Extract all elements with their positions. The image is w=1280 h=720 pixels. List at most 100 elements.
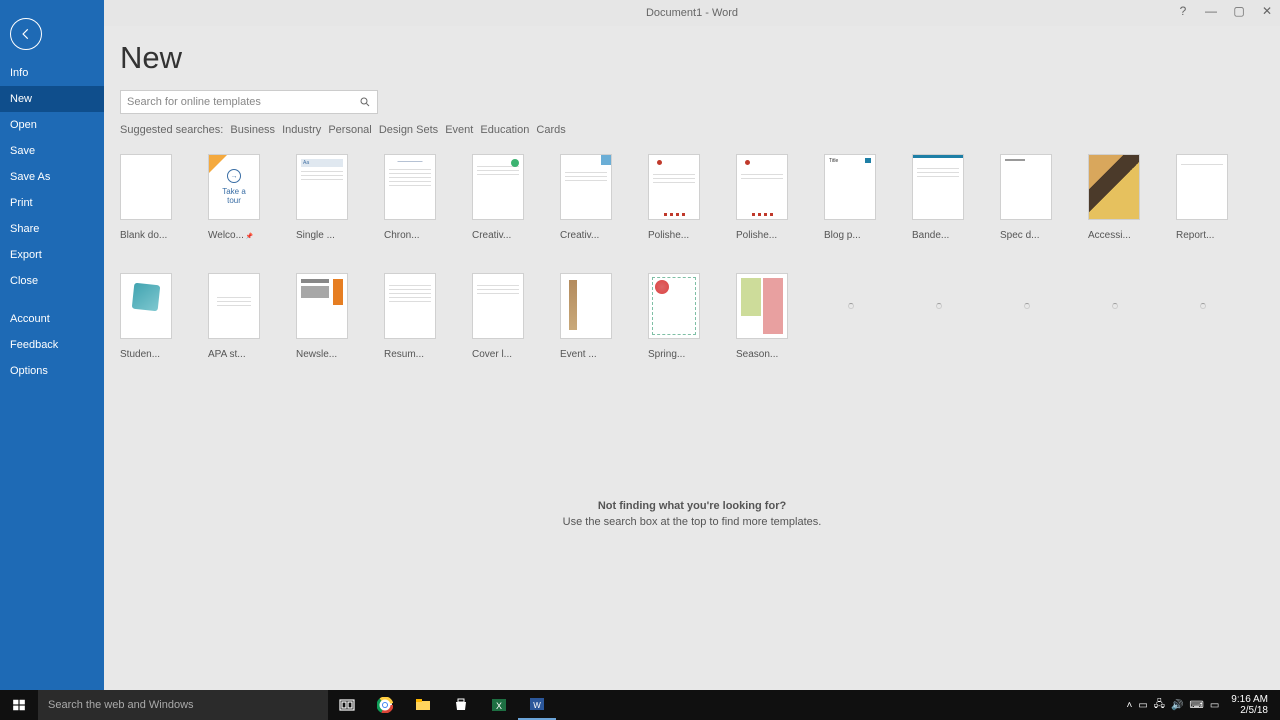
template-item[interactable]: Studen... (120, 273, 172, 360)
nav-item-feedback[interactable]: Feedback (0, 332, 104, 358)
battery-icon[interactable]: ▭ (1138, 700, 1147, 711)
pin-icon[interactable]: 📌 (244, 234, 253, 240)
suggested-link-event[interactable]: Event (445, 124, 473, 136)
template-item[interactable]: Season... (736, 273, 788, 360)
page-title: New (120, 40, 1280, 76)
template-item[interactable]: Report... (1176, 154, 1228, 241)
network-icon[interactable]: 🖧 (1154, 697, 1165, 714)
search-icon[interactable] (359, 96, 371, 108)
main-area: Document1 - Word ? — ▢ ✕ New Suggested s… (104, 0, 1280, 690)
taskbar-search-placeholder: Search the web and Windows (48, 699, 194, 711)
template-thumbnail (120, 154, 172, 220)
suggested-link-industry[interactable]: Industry (282, 124, 321, 136)
template-item[interactable]: Accessi... (1088, 154, 1140, 241)
template-item[interactable]: —————Chron... (384, 154, 436, 241)
template-label: Newsle... (296, 349, 348, 360)
taskbar-clock[interactable]: 9:16 AM 2/5/18 (1225, 694, 1274, 716)
template-thumbnail (736, 273, 788, 339)
template-thumbnail (208, 273, 260, 339)
footer-heading: Not finding what you're looking for? (104, 500, 1280, 512)
template-label: APA st... (208, 349, 260, 360)
nav-item-share[interactable]: Share (0, 216, 104, 242)
svg-text:X: X (496, 701, 502, 711)
suggested-link-design-sets[interactable]: Design Sets (379, 124, 438, 136)
template-loading (1088, 273, 1140, 360)
nav-item-save-as[interactable]: Save As (0, 164, 104, 190)
suggested-link-education[interactable]: Education (480, 124, 529, 136)
template-loading (912, 273, 964, 360)
template-item[interactable]: Cover l... (472, 273, 524, 360)
taskbar-search[interactable]: Search the web and Windows (38, 690, 328, 720)
clock-date: 2/5/18 (1231, 705, 1268, 716)
nav-item-info[interactable]: Info (0, 60, 104, 86)
template-item[interactable]: Spec d... (1000, 154, 1052, 241)
document-title: Document1 - Word (646, 7, 738, 19)
template-loading (1000, 273, 1052, 360)
suggested-link-personal[interactable]: Personal (328, 124, 371, 136)
template-thumbnail (560, 273, 612, 339)
nav-item-print[interactable]: Print (0, 190, 104, 216)
template-item[interactable]: AaSingle ... (296, 154, 348, 241)
nav-item-account[interactable]: Account (0, 306, 104, 332)
template-label: Chron... (384, 230, 436, 241)
template-item[interactable]: Polishe... (736, 154, 788, 241)
template-item[interactable]: →Take atourWelco... 📌 (208, 154, 260, 241)
template-thumbnail (560, 154, 612, 220)
template-item[interactable]: Polishe... (648, 154, 700, 241)
nav-item-new[interactable]: New (0, 86, 104, 112)
template-loading (1176, 273, 1228, 360)
nav-item-close[interactable]: Close (0, 268, 104, 294)
windows-taskbar: Search the web and Windows X W ˄ ▭ 🖧 🔊 ⌨… (0, 690, 1280, 720)
nav-item-save[interactable]: Save (0, 138, 104, 164)
help-button[interactable]: ? (1176, 4, 1190, 18)
suggested-link-cards[interactable]: Cards (536, 124, 565, 136)
template-label: Event ... (560, 349, 612, 360)
template-search-box[interactable] (120, 90, 378, 114)
template-label: Season... (736, 349, 788, 360)
template-thumbnail (736, 154, 788, 220)
template-label: Bande... (912, 230, 964, 241)
system-tray[interactable]: ˄ ▭ 🖧 🔊 ⌨ ▭ 9:16 AM 2/5/18 (1127, 694, 1280, 716)
chrome-icon[interactable] (366, 690, 404, 720)
template-item[interactable]: Newsle... (296, 273, 348, 360)
svg-text:W: W (533, 701, 541, 710)
template-thumbnail (648, 273, 700, 339)
nav-item-open[interactable]: Open (0, 112, 104, 138)
template-label: Single ... (296, 230, 348, 241)
template-thumbnail (1088, 154, 1140, 220)
template-item[interactable]: Bande... (912, 154, 964, 241)
back-button[interactable] (10, 18, 42, 50)
template-item[interactable]: Resum... (384, 273, 436, 360)
suggested-searches: Suggested searches: Business Industry Pe… (120, 124, 1280, 136)
excel-icon[interactable]: X (480, 690, 518, 720)
template-search-input[interactable] (127, 96, 359, 108)
close-window-button[interactable]: ✕ (1260, 4, 1274, 18)
template-label: Spec d... (1000, 230, 1052, 241)
tray-chevron-icon[interactable]: ˄ (1127, 700, 1133, 711)
clock-time: 9:16 AM (1231, 694, 1268, 705)
template-item[interactable]: Event ... (560, 273, 612, 360)
maximize-button[interactable]: ▢ (1232, 4, 1246, 18)
keyboard-icon[interactable]: ⌨ (1189, 700, 1203, 711)
start-button[interactable] (0, 690, 38, 720)
footer-sub: Use the search box at the top to find mo… (563, 516, 822, 528)
template-label: Spring... (648, 349, 700, 360)
store-icon[interactable] (442, 690, 480, 720)
template-item[interactable]: APA st... (208, 273, 260, 360)
template-item[interactable]: Creativ... (560, 154, 612, 241)
volume-icon[interactable]: 🔊 (1171, 700, 1183, 711)
file-explorer-icon[interactable] (404, 690, 442, 720)
template-item[interactable]: Creativ... (472, 154, 524, 241)
template-item[interactable]: Spring... (648, 273, 700, 360)
template-thumbnail (912, 154, 964, 220)
template-item[interactable]: Blank do... (120, 154, 172, 241)
suggested-link-business[interactable]: Business (230, 124, 275, 136)
minimize-button[interactable]: — (1204, 4, 1218, 18)
action-center-icon[interactable]: ▭ (1210, 700, 1219, 711)
nav-item-export[interactable]: Export (0, 242, 104, 268)
template-thumbnail: Title (824, 154, 876, 220)
task-view-button[interactable] (328, 690, 366, 720)
template-item[interactable]: TitleBlog p... (824, 154, 876, 241)
nav-item-options[interactable]: Options (0, 358, 104, 384)
word-icon[interactable]: W (518, 690, 556, 720)
